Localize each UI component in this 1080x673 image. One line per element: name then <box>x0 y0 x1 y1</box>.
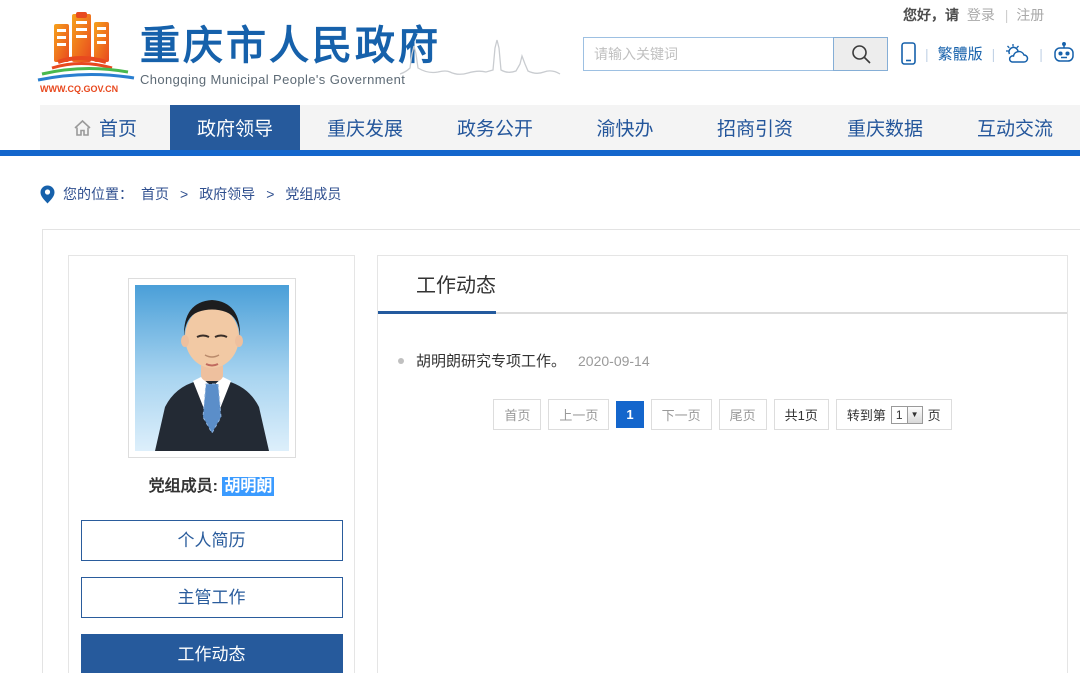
work-updates-panel: 工作动态 胡明朗研究专项工作。 2020-09-14 首页 上一页 1 下一页 … <box>377 255 1068 673</box>
nav-item-home[interactable]: 首页 <box>40 105 170 150</box>
article-list-item: 胡明朗研究专项工作。 2020-09-14 <box>398 350 1067 371</box>
official-name[interactable]: 胡明朗 <box>222 477 274 496</box>
page: 您好，请 登录 | 注册 <box>0 0 1080 673</box>
pagination-total-pages: 共1页 <box>774 399 829 430</box>
main-nav: 首页 政府领导 重庆发展 政务公开 渝快办 招商引资 重庆数据 互动交流 <box>40 105 1080 150</box>
search-icon <box>850 43 872 65</box>
menu-item-responsibilities[interactable]: 主管工作 <box>81 577 343 618</box>
pagination-last-button[interactable]: 尾页 <box>719 399 767 430</box>
menu-item-resume[interactable]: 个人简历 <box>81 520 343 561</box>
nav-item-interaction[interactable]: 互动交流 <box>950 105 1080 150</box>
official-portrait <box>128 278 296 458</box>
page-select-value: 1 <box>892 407 907 423</box>
login-bar: 您好，请 登录 | 注册 <box>903 5 1080 25</box>
pagination-goto-box: 转到第 1 ▼ 页 <box>836 399 952 430</box>
panel-header: 工作动态 <box>378 256 1067 314</box>
mobile-icon[interactable] <box>901 42 916 65</box>
pagination: 首页 上一页 1 下一页 尾页 共1页 转到第 1 ▼ 页 <box>378 399 1067 430</box>
goto-prefix: 转到第 <box>847 405 886 424</box>
search-button[interactable] <box>833 37 888 71</box>
gov-logo: WWW.CQ.GOV.CN <box>36 12 136 101</box>
portrait-figure <box>155 300 269 451</box>
login-separator: | <box>1005 7 1009 23</box>
nav-item-chongqing-data[interactable]: 重庆数据 <box>820 105 950 150</box>
article-date: 2020-09-14 <box>578 353 650 369</box>
location-pin-icon <box>40 185 55 204</box>
site-title-block: 重庆市人民政府 Chongqing Municipal People's Gov… <box>140 26 441 87</box>
goto-suffix: 页 <box>928 405 941 424</box>
breadcrumb: 您的位置： 首页 > 政府领导 > 党组成员 <box>40 184 341 204</box>
pagination-first-button[interactable]: 首页 <box>493 399 541 430</box>
robot-assistant-icon[interactable] <box>1052 42 1076 65</box>
article-link[interactable]: 胡明朗研究专项工作。 <box>416 350 566 371</box>
nav-item-yukuaiban[interactable]: 渝快办 <box>560 105 690 150</box>
traditional-version-link[interactable]: 繁體版 <box>938 43 983 64</box>
breadcrumb-current: 党组成员 <box>285 184 341 204</box>
svg-text:WWW.CQ.GOV.CN: WWW.CQ.GOV.CN <box>40 84 118 94</box>
panel-title-accent <box>378 311 496 314</box>
site-title: 重庆市人民政府 <box>140 26 441 66</box>
search-input[interactable] <box>583 37 833 71</box>
menu-item-work-updates[interactable]: 工作动态 <box>81 634 343 673</box>
profile-menu: 个人简历 主管工作 工作动态 <box>69 520 354 673</box>
official-name-line: 党组成员: 胡明朗 <box>69 472 354 496</box>
profile-card: 党组成员: 胡明朗 个人简历 主管工作 工作动态 <box>68 255 355 673</box>
list-bullet-icon <box>398 358 404 364</box>
chevron-down-icon: ▼ <box>907 407 922 423</box>
buildings-icon <box>38 12 134 80</box>
weather-icon[interactable] <box>1004 43 1030 65</box>
quick-links: | 繁體版 | | <box>901 42 1076 65</box>
pagination-current-page[interactable]: 1 <box>616 401 643 428</box>
nav-item-investment[interactable]: 招商引资 <box>690 105 820 150</box>
page-select-dropdown[interactable]: 1 ▼ <box>891 406 923 424</box>
breadcrumb-section-link[interactable]: 政府领导 <box>199 184 255 204</box>
panel-title: 工作动态 <box>416 269 496 298</box>
register-link[interactable]: 注册 <box>1016 7 1044 23</box>
breadcrumb-home-link[interactable]: 首页 <box>141 184 169 204</box>
search-bar <box>583 37 888 71</box>
pagination-next-button[interactable]: 下一页 <box>651 399 712 430</box>
role-label: 党组成员: <box>149 478 218 495</box>
nav-item-gov-affairs[interactable]: 政务公开 <box>430 105 560 150</box>
skyline-decoration-icon <box>398 34 563 84</box>
login-link[interactable]: 登录 <box>967 7 995 23</box>
greeting-text: 您好，请 <box>903 7 959 23</box>
home-icon <box>73 119 92 137</box>
nav-item-government-leaders[interactable]: 政府领导 <box>170 105 300 150</box>
pagination-prev-button[interactable]: 上一页 <box>548 399 609 430</box>
breadcrumb-prefix: 您的位置： <box>63 184 133 204</box>
nav-accent-bar <box>0 150 1080 156</box>
site-subtitle: Chongqing Municipal People's Government <box>140 72 441 87</box>
nav-item-chongqing-development[interactable]: 重庆发展 <box>300 105 430 150</box>
